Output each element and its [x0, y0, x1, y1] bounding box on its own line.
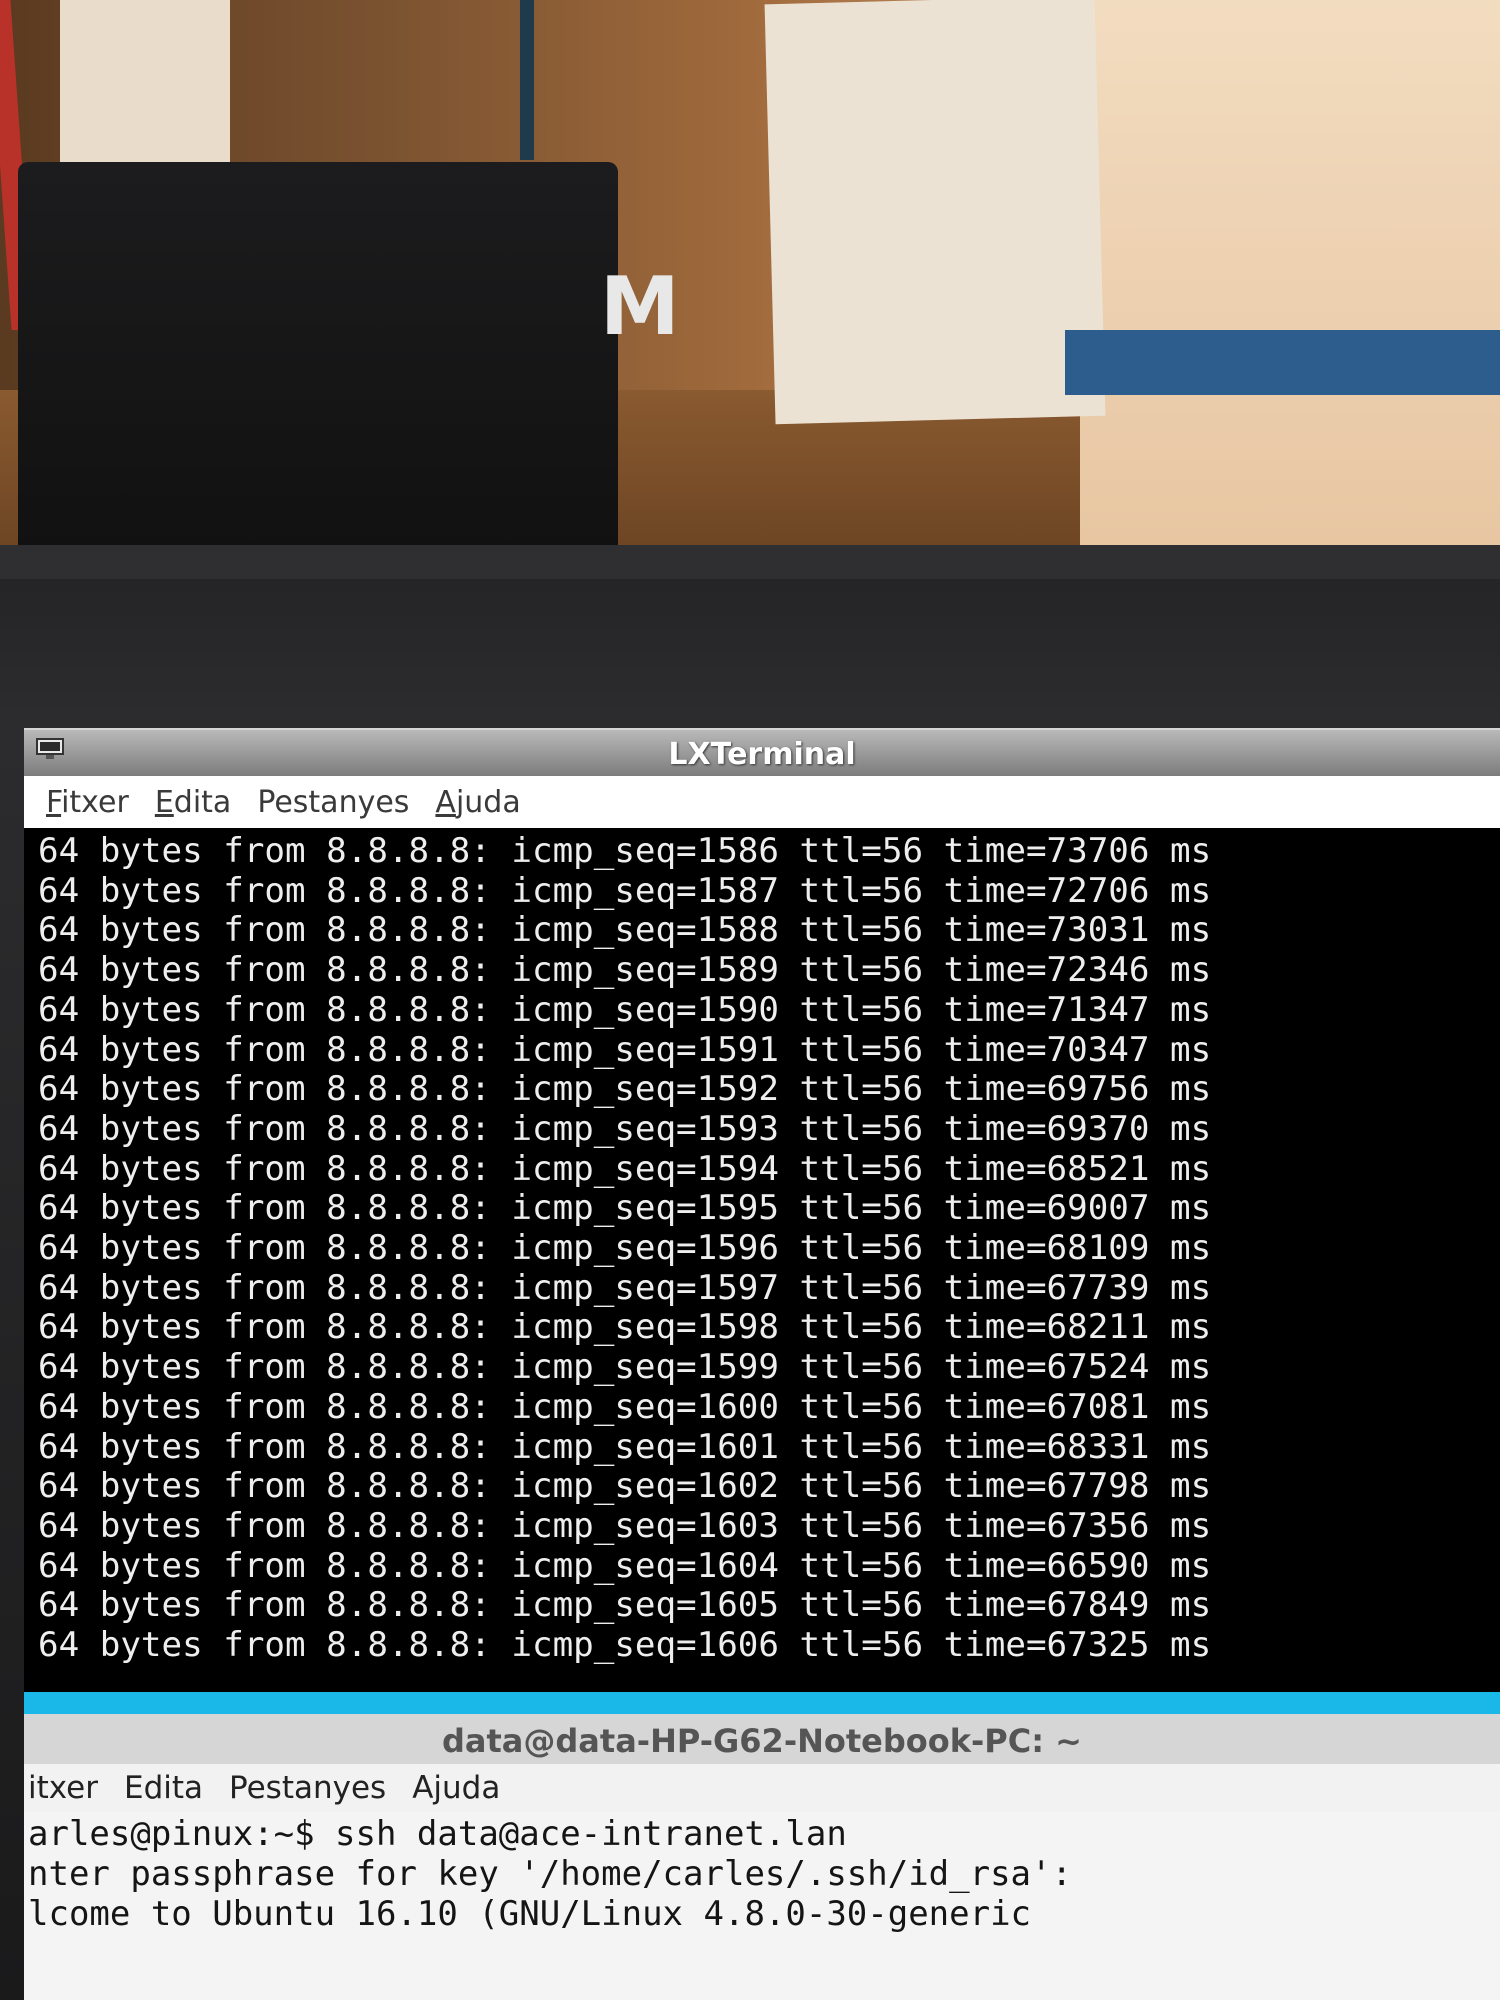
terminal-line: 64 bytes from 8.8.8.8: icmp_seq=1589 ttl… [38, 950, 1212, 991]
terminal-line: 64 bytes from 8.8.8.8: icmp_seq=1597 ttl… [38, 1267, 1212, 1308]
menu-ajuda-2[interactable]: Ajuda [412, 1770, 500, 1806]
terminal-line: 64 bytes from 8.8.8.8: icmp_seq=1592 ttl… [38, 1069, 1212, 1110]
terminal-output[interactable]: 64 bytes from 8.8.8.8: icmp_seq=1586 ttl… [24, 828, 1500, 1677]
terminal-line: 64 bytes from 8.8.8.8: icmp_seq=1601 ttl… [38, 1426, 1212, 1467]
taskbar-highlight [24, 1692, 1500, 1714]
terminal-line: 64 bytes from 8.8.8.8: icmp_seq=1602 ttl… [38, 1466, 1212, 1507]
terminal-line: 64 bytes from 8.8.8.8: icmp_seq=1593 ttl… [38, 1108, 1212, 1149]
laptop-bezel-top-edge [0, 545, 1500, 579]
terminal-line: 64 bytes from 8.8.8.8: icmp_seq=1599 ttl… [38, 1347, 1212, 1388]
terminal-line: 64 bytes from 8.8.8.8: icmp_seq=1598 ttl… [38, 1307, 1212, 1348]
second-window-titlebar[interactable]: data@data-HP-G62-Notebook-PC: ~ [24, 1714, 1500, 1764]
terminal-line: 64 bytes from 8.8.8.8: icmp_seq=1604 ttl… [38, 1545, 1212, 1586]
pinned-paper-center [764, 0, 1106, 425]
terminal-line: 64 bytes from 8.8.8.8: icmp_seq=1600 ttl… [38, 1386, 1212, 1427]
menu-pestanyes[interactable]: Pestanyes [257, 785, 409, 820]
terminal-line: 64 bytes from 8.8.8.8: icmp_seq=1591 ttl… [38, 1029, 1212, 1070]
terminal-line: 64 bytes from 8.8.8.8: icmp_seq=1606 ttl… [38, 1625, 1212, 1666]
menu-edita-2[interactable]: Edita [124, 1770, 203, 1806]
second-terminal-window: data@data-HP-G62-Notebook-PC: ~ itxer Ed… [24, 1714, 1500, 2000]
lxterminal-window: LXTerminal Fitxer Edita Pestanyes Ajuda … [24, 728, 1500, 1677]
dark-cable [520, 0, 534, 160]
background-monitor [18, 162, 618, 545]
terminal-line: 64 bytes from 8.8.8.8: icmp_seq=1595 ttl… [38, 1188, 1212, 1229]
second-window-title: data@data-HP-G62-Notebook-PC: ~ [442, 1722, 1082, 1760]
background-scene: M [0, 0, 1500, 545]
terminal-line: 64 bytes from 8.8.8.8: icmp_seq=1605 ttl… [38, 1585, 1212, 1626]
terminal-line: 64 bytes from 8.8.8.8: icmp_seq=1603 ttl… [38, 1505, 1212, 1546]
laptop-screen: LXTerminal Fitxer Edita Pestanyes Ajuda … [24, 728, 1500, 2000]
monitor-logo: M [600, 260, 680, 353]
second-terminal-output[interactable]: arles@pinux:~$ ssh data@ace-intranet.lan… [24, 1812, 1500, 2000]
blue-tape-strip [1065, 330, 1500, 395]
terminal-line: 64 bytes from 8.8.8.8: icmp_seq=1590 ttl… [38, 989, 1212, 1030]
terminal-line: arles@pinux:~$ ssh data@ace-intranet.lan [28, 1814, 847, 1854]
terminal-line: nter passphrase for key '/home/carles/.s… [28, 1854, 1072, 1894]
terminal-line: 64 bytes from 8.8.8.8: icmp_seq=1596 ttl… [38, 1228, 1212, 1269]
wall-background [1080, 0, 1500, 545]
second-menu-bar: itxer Edita Pestanyes Ajuda [24, 1764, 1500, 1812]
menu-pestanyes-2[interactable]: Pestanyes [229, 1770, 386, 1806]
menu-ajuda[interactable]: Ajuda [435, 785, 520, 820]
pinned-paper-left [60, 0, 230, 165]
menu-edita[interactable]: Edita [155, 785, 232, 820]
menu-fitxer-2[interactable]: itxer [28, 1770, 98, 1806]
menu-bar: Fitxer Edita Pestanyes Ajuda [24, 776, 1500, 828]
terminal-line: 64 bytes from 8.8.8.8: icmp_seq=1588 ttl… [38, 910, 1212, 951]
window-titlebar[interactable]: LXTerminal [24, 728, 1500, 776]
terminal-line: 64 bytes from 8.8.8.8: icmp_seq=1587 ttl… [38, 870, 1212, 911]
terminal-line: 64 bytes from 8.8.8.8: icmp_seq=1586 ttl… [38, 831, 1212, 871]
window-title: LXTerminal [668, 737, 856, 772]
terminal-line: lcome to Ubuntu 16.10 (GNU/Linux 4.8.0-3… [28, 1894, 1032, 1934]
terminal-line: 64 bytes from 8.8.8.8: icmp_seq=1594 ttl… [38, 1148, 1212, 1189]
menu-fitxer[interactable]: Fitxer [46, 785, 129, 820]
